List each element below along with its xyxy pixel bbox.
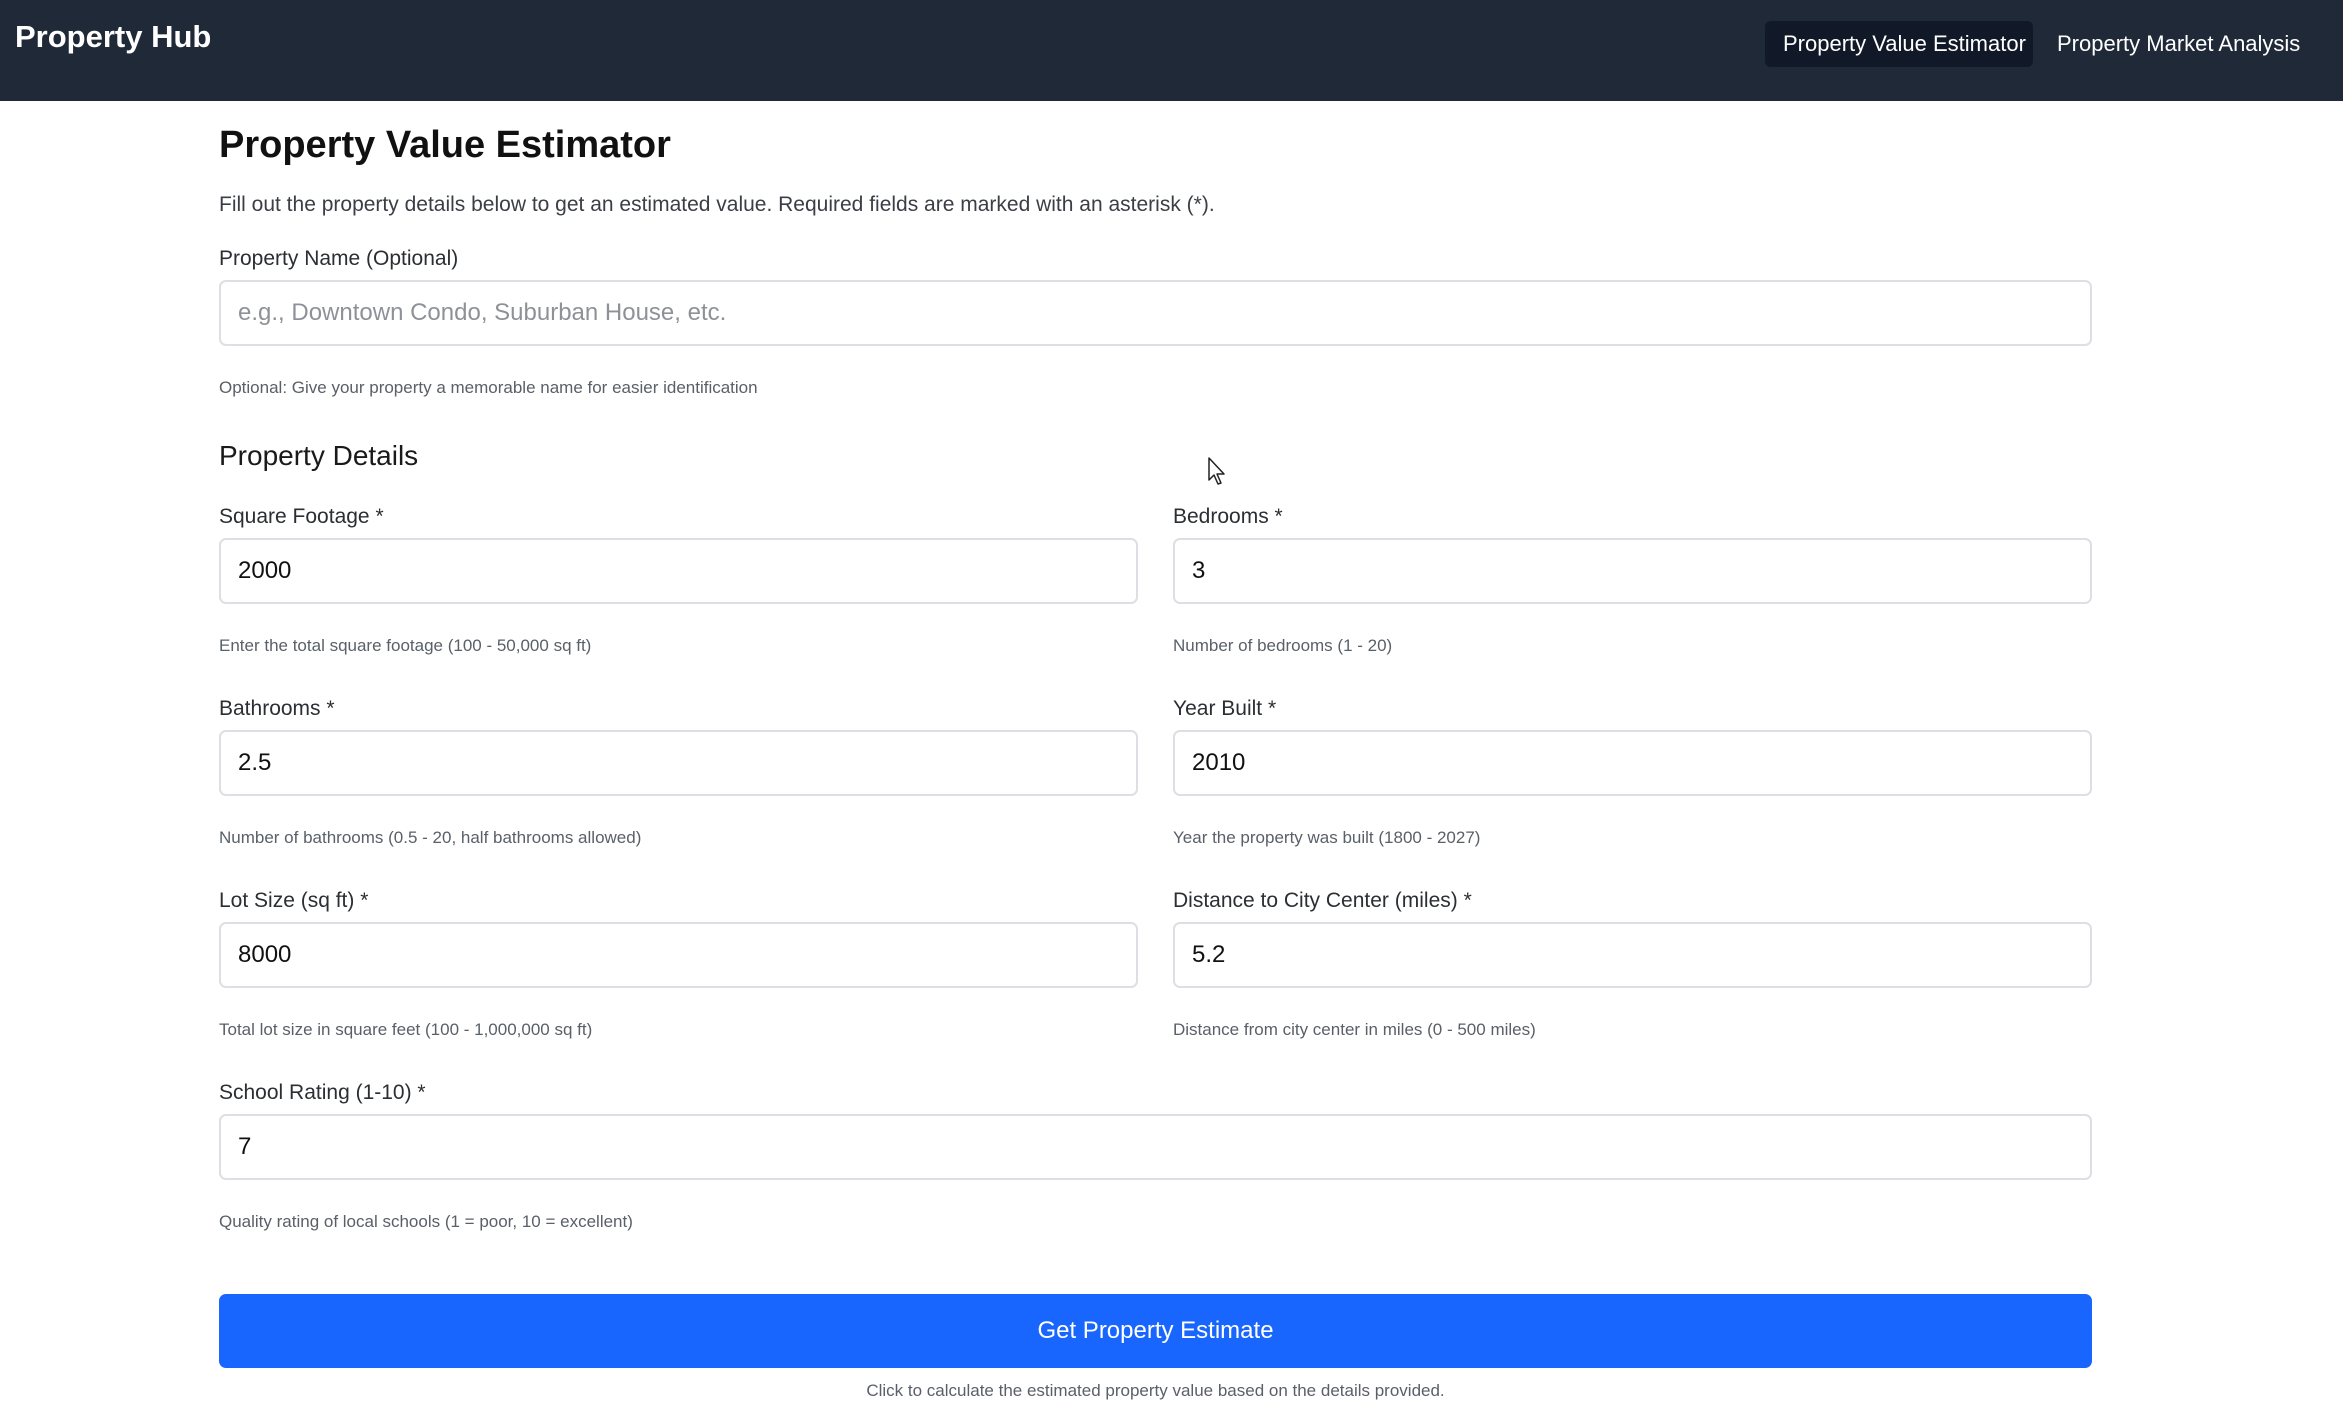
year-built-input[interactable] bbox=[1173, 730, 2092, 796]
property-name-label: Property Name (Optional) bbox=[219, 247, 459, 270]
lot-size-help: Total lot size in square feet (100 - 1,0… bbox=[219, 1020, 593, 1039]
bathrooms-label: Bathrooms * bbox=[219, 697, 335, 720]
year-built-label: Year Built * bbox=[1173, 697, 1277, 720]
lot-size-input[interactable] bbox=[219, 922, 1138, 988]
property-details-heading: Property Details bbox=[219, 440, 419, 471]
mouse-cursor-icon bbox=[1208, 457, 1225, 485]
distance-label: Distance to City Center (miles) * bbox=[1173, 889, 1472, 912]
bathrooms-help: Number of bathrooms (0.5 - 20, half bath… bbox=[219, 828, 642, 847]
square-footage-help: Enter the total square footage (100 - 50… bbox=[219, 636, 592, 655]
distance-help: Distance from city center in miles (0 - … bbox=[1173, 1020, 1536, 1039]
bathrooms-input[interactable] bbox=[219, 730, 1138, 796]
nav-property-market-analysis[interactable]: Property Market Analysis bbox=[2039, 21, 2334, 67]
bedrooms-help: Number of bedrooms (1 - 20) bbox=[1173, 636, 1393, 655]
submit-hint: Click to calculate the estimated propert… bbox=[866, 1381, 1445, 1400]
property-name-input[interactable] bbox=[219, 280, 2092, 346]
school-rating-input[interactable] bbox=[219, 1114, 2092, 1180]
get-estimate-button[interactable]: Get Property Estimate bbox=[219, 1294, 2092, 1368]
lot-size-label: Lot Size (sq ft) * bbox=[219, 889, 369, 912]
top-navbar: Property Hub Property Value Estimator Pr… bbox=[0, 0, 2343, 101]
square-footage-label: Square Footage * bbox=[219, 505, 384, 528]
year-built-help: Year the property was built (1800 - 2027… bbox=[1173, 828, 1481, 847]
nav-property-value-estimator[interactable]: Property Value Estimator bbox=[1765, 21, 2033, 67]
page-title: Property Value Estimator bbox=[219, 124, 671, 166]
page-intro: Fill out the property details below to g… bbox=[219, 193, 1215, 216]
bedrooms-input[interactable] bbox=[1173, 538, 2092, 604]
bedrooms-label: Bedrooms * bbox=[1173, 505, 1283, 528]
school-rating-help: Quality rating of local schools (1 = poo… bbox=[219, 1212, 633, 1231]
brand-logo[interactable]: Property Hub bbox=[15, 19, 211, 55]
square-footage-input[interactable] bbox=[219, 538, 1138, 604]
school-rating-label: School Rating (1-10) * bbox=[219, 1081, 426, 1104]
distance-input[interactable] bbox=[1173, 922, 2092, 988]
property-name-help: Optional: Give your property a memorable… bbox=[219, 378, 758, 397]
